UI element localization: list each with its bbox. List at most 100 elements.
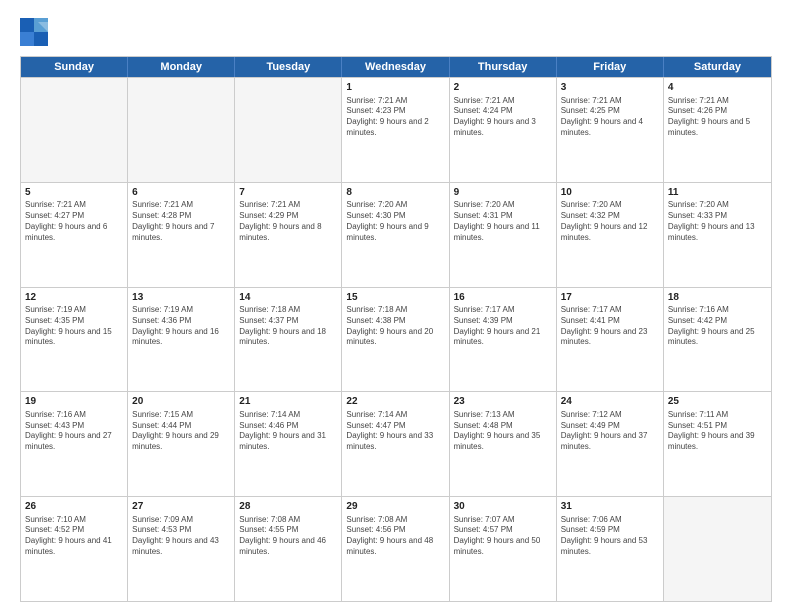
day-info: Sunrise: 7:08 AMSunset: 4:55 PMDaylight:… (239, 515, 337, 558)
calendar-header-row: SundayMondayTuesdayWednesdayThursdayFrid… (21, 57, 771, 77)
table-row: 21Sunrise: 7:14 AMSunset: 4:46 PMDayligh… (235, 392, 342, 496)
header (20, 18, 772, 46)
table-row: 6Sunrise: 7:21 AMSunset: 4:28 PMDaylight… (128, 183, 235, 287)
day-info: Sunrise: 7:21 AMSunset: 4:24 PMDaylight:… (454, 96, 552, 139)
day-info: Sunrise: 7:19 AMSunset: 4:36 PMDaylight:… (132, 305, 230, 348)
day-info: Sunrise: 7:15 AMSunset: 4:44 PMDaylight:… (132, 410, 230, 453)
day-info: Sunrise: 7:18 AMSunset: 4:37 PMDaylight:… (239, 305, 337, 348)
day-info: Sunrise: 7:21 AMSunset: 4:29 PMDaylight:… (239, 200, 337, 243)
day-number: 18 (668, 291, 767, 305)
day-number: 11 (668, 186, 767, 200)
table-row: 23Sunrise: 7:13 AMSunset: 4:48 PMDayligh… (450, 392, 557, 496)
table-row: 28Sunrise: 7:08 AMSunset: 4:55 PMDayligh… (235, 497, 342, 601)
table-row: 25Sunrise: 7:11 AMSunset: 4:51 PMDayligh… (664, 392, 771, 496)
day-info: Sunrise: 7:21 AMSunset: 4:23 PMDaylight:… (346, 96, 444, 139)
day-number: 23 (454, 395, 552, 409)
day-number: 19 (25, 395, 123, 409)
day-number: 31 (561, 500, 659, 514)
table-row (128, 78, 235, 182)
day-number: 4 (668, 81, 767, 95)
table-row: 7Sunrise: 7:21 AMSunset: 4:29 PMDaylight… (235, 183, 342, 287)
day-number: 9 (454, 186, 552, 200)
table-row: 16Sunrise: 7:17 AMSunset: 4:39 PMDayligh… (450, 288, 557, 392)
day-number: 22 (346, 395, 444, 409)
table-row: 13Sunrise: 7:19 AMSunset: 4:36 PMDayligh… (128, 288, 235, 392)
table-row (664, 497, 771, 601)
table-row (21, 78, 128, 182)
table-row: 19Sunrise: 7:16 AMSunset: 4:43 PMDayligh… (21, 392, 128, 496)
day-number: 29 (346, 500, 444, 514)
calendar-week-2: 5Sunrise: 7:21 AMSunset: 4:27 PMDaylight… (21, 182, 771, 287)
day-number: 27 (132, 500, 230, 514)
day-info: Sunrise: 7:21 AMSunset: 4:28 PMDaylight:… (132, 200, 230, 243)
table-row: 17Sunrise: 7:17 AMSunset: 4:41 PMDayligh… (557, 288, 664, 392)
table-row: 26Sunrise: 7:10 AMSunset: 4:52 PMDayligh… (21, 497, 128, 601)
day-info: Sunrise: 7:14 AMSunset: 4:46 PMDaylight:… (239, 410, 337, 453)
table-row: 30Sunrise: 7:07 AMSunset: 4:57 PMDayligh… (450, 497, 557, 601)
table-row: 31Sunrise: 7:06 AMSunset: 4:59 PMDayligh… (557, 497, 664, 601)
day-number: 10 (561, 186, 659, 200)
logo-icon (20, 18, 48, 46)
table-row: 5Sunrise: 7:21 AMSunset: 4:27 PMDaylight… (21, 183, 128, 287)
table-row: 8Sunrise: 7:20 AMSunset: 4:30 PMDaylight… (342, 183, 449, 287)
col-header-sunday: Sunday (21, 57, 128, 77)
day-number: 20 (132, 395, 230, 409)
table-row: 12Sunrise: 7:19 AMSunset: 4:35 PMDayligh… (21, 288, 128, 392)
calendar-week-3: 12Sunrise: 7:19 AMSunset: 4:35 PMDayligh… (21, 287, 771, 392)
day-info: Sunrise: 7:20 AMSunset: 4:31 PMDaylight:… (454, 200, 552, 243)
calendar-week-5: 26Sunrise: 7:10 AMSunset: 4:52 PMDayligh… (21, 496, 771, 601)
table-row: 10Sunrise: 7:20 AMSunset: 4:32 PMDayligh… (557, 183, 664, 287)
day-number: 8 (346, 186, 444, 200)
page: SundayMondayTuesdayWednesdayThursdayFrid… (0, 0, 792, 612)
table-row: 4Sunrise: 7:21 AMSunset: 4:26 PMDaylight… (664, 78, 771, 182)
table-row: 24Sunrise: 7:12 AMSunset: 4:49 PMDayligh… (557, 392, 664, 496)
table-row (235, 78, 342, 182)
table-row: 22Sunrise: 7:14 AMSunset: 4:47 PMDayligh… (342, 392, 449, 496)
day-number: 16 (454, 291, 552, 305)
day-number: 6 (132, 186, 230, 200)
day-info: Sunrise: 7:18 AMSunset: 4:38 PMDaylight:… (346, 305, 444, 348)
day-number: 30 (454, 500, 552, 514)
col-header-friday: Friday (557, 57, 664, 77)
day-info: Sunrise: 7:16 AMSunset: 4:42 PMDaylight:… (668, 305, 767, 348)
day-info: Sunrise: 7:11 AMSunset: 4:51 PMDaylight:… (668, 410, 767, 453)
table-row: 11Sunrise: 7:20 AMSunset: 4:33 PMDayligh… (664, 183, 771, 287)
day-info: Sunrise: 7:16 AMSunset: 4:43 PMDaylight:… (25, 410, 123, 453)
day-info: Sunrise: 7:12 AMSunset: 4:49 PMDaylight:… (561, 410, 659, 453)
day-info: Sunrise: 7:19 AMSunset: 4:35 PMDaylight:… (25, 305, 123, 348)
table-row: 2Sunrise: 7:21 AMSunset: 4:24 PMDaylight… (450, 78, 557, 182)
day-number: 24 (561, 395, 659, 409)
day-number: 25 (668, 395, 767, 409)
day-info: Sunrise: 7:21 AMSunset: 4:26 PMDaylight:… (668, 96, 767, 139)
table-row: 1Sunrise: 7:21 AMSunset: 4:23 PMDaylight… (342, 78, 449, 182)
day-number: 13 (132, 291, 230, 305)
calendar-week-1: 1Sunrise: 7:21 AMSunset: 4:23 PMDaylight… (21, 77, 771, 182)
calendar-body: 1Sunrise: 7:21 AMSunset: 4:23 PMDaylight… (21, 77, 771, 601)
calendar-week-4: 19Sunrise: 7:16 AMSunset: 4:43 PMDayligh… (21, 391, 771, 496)
day-info: Sunrise: 7:20 AMSunset: 4:33 PMDaylight:… (668, 200, 767, 243)
table-row: 20Sunrise: 7:15 AMSunset: 4:44 PMDayligh… (128, 392, 235, 496)
day-number: 7 (239, 186, 337, 200)
day-info: Sunrise: 7:20 AMSunset: 4:30 PMDaylight:… (346, 200, 444, 243)
table-row: 27Sunrise: 7:09 AMSunset: 4:53 PMDayligh… (128, 497, 235, 601)
day-number: 5 (25, 186, 123, 200)
day-info: Sunrise: 7:17 AMSunset: 4:39 PMDaylight:… (454, 305, 552, 348)
table-row: 29Sunrise: 7:08 AMSunset: 4:56 PMDayligh… (342, 497, 449, 601)
day-info: Sunrise: 7:17 AMSunset: 4:41 PMDaylight:… (561, 305, 659, 348)
day-info: Sunrise: 7:20 AMSunset: 4:32 PMDaylight:… (561, 200, 659, 243)
day-number: 26 (25, 500, 123, 514)
day-number: 3 (561, 81, 659, 95)
table-row: 14Sunrise: 7:18 AMSunset: 4:37 PMDayligh… (235, 288, 342, 392)
day-info: Sunrise: 7:09 AMSunset: 4:53 PMDaylight:… (132, 515, 230, 558)
day-info: Sunrise: 7:13 AMSunset: 4:48 PMDaylight:… (454, 410, 552, 453)
day-number: 15 (346, 291, 444, 305)
col-header-thursday: Thursday (450, 57, 557, 77)
col-header-tuesday: Tuesday (235, 57, 342, 77)
table-row: 18Sunrise: 7:16 AMSunset: 4:42 PMDayligh… (664, 288, 771, 392)
day-number: 12 (25, 291, 123, 305)
day-number: 17 (561, 291, 659, 305)
logo (20, 18, 52, 46)
table-row: 9Sunrise: 7:20 AMSunset: 4:31 PMDaylight… (450, 183, 557, 287)
day-number: 1 (346, 81, 444, 95)
table-row: 15Sunrise: 7:18 AMSunset: 4:38 PMDayligh… (342, 288, 449, 392)
